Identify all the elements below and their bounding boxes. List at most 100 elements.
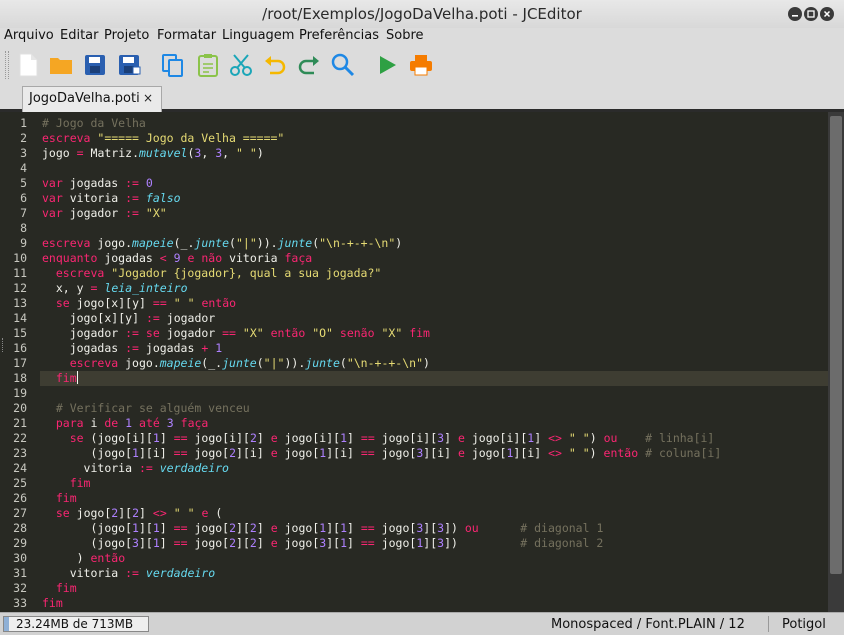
font-info: Monospaced / Font.PLAIN / 12 [551,617,745,632]
paste-icon [198,54,218,77]
print-button[interactable] [408,51,434,79]
code-line[interactable]: (jogo[3][1] == jogo[2][2] e jogo[3][1] =… [42,536,828,551]
line-number: 28 [13,521,27,535]
line-number: 21 [13,416,27,430]
code-line[interactable]: (jogo[1][1] == jogo[2][2] e jogo[1][1] =… [42,521,828,536]
line-number: 23 [13,446,27,460]
menu-arquivo[interactable]: Arquivo [4,28,54,43]
memory-indicator[interactable]: 23.24MB de 713MB [3,616,149,632]
code-editor[interactable]: 1 2 3 4 5 6 7 8 9 10 11 12 13 14 15 16 17 18 19 20 21 22 23 24 2… [0,112,844,612]
code-line[interactable] [42,386,828,401]
code-line[interactable]: se jogo[x][y] == " " então [42,296,828,311]
minimize-button[interactable] [788,7,802,21]
code-line[interactable]: se (jogo[i][1] == jogo[i][2] e jogo[i][1… [42,431,828,446]
tab-label: JogoDaVelha.poti [29,91,140,106]
status-divider [768,616,769,632]
tab-close-icon[interactable]: × [143,91,153,105]
menu-editar[interactable]: Editar [60,28,99,43]
current-code-line[interactable]: fim [40,371,828,386]
cut-button[interactable] [228,51,254,79]
minimize-icon [792,15,798,17]
vertical-scrollbar[interactable] [828,112,844,612]
code-line[interactable] [42,161,828,176]
line-number: 17 [13,356,27,370]
line-number: 27 [13,506,27,520]
code-line[interactable]: fim [42,476,828,491]
menu-projeto[interactable]: Projeto [104,28,149,43]
code-line[interactable]: fim [42,491,828,506]
code-line[interactable]: var jogadas := 0 [42,176,828,191]
line-number: 5 [20,176,27,190]
redo-button[interactable] [296,51,322,79]
run-icon [380,56,396,74]
scrollbar-thumb[interactable] [830,116,842,574]
code-line[interactable]: var vitoria := falso [42,191,828,206]
line-number: 30 [13,551,27,565]
code-line[interactable]: escreva jogo.mapeie(_.junte("|")).junte(… [42,236,828,251]
line-number: 11 [13,266,27,280]
search-button[interactable] [330,51,356,79]
print-icon [410,55,432,76]
line-number: 26 [13,491,27,505]
line-number: 12 [13,281,27,295]
maximize-icon [807,10,815,18]
menu-sobre[interactable]: Sobre [386,28,424,43]
menu-preferencias[interactable]: Preferências [299,28,379,43]
fold-marker[interactable] [2,338,6,352]
code-line[interactable]: escreva "===== Jogo da Velha =====" [42,131,828,146]
code-line[interactable]: var jogador := "X" [42,206,828,221]
code-line[interactable]: escreva jogo.mapeie(_.junte("|")).junte(… [42,356,828,371]
code-line[interactable]: fim [42,596,828,611]
code-line[interactable] [42,221,828,236]
code-line[interactable]: # Verificar se alguém venceu [42,401,828,416]
save-as-button[interactable] [116,51,142,79]
copy-button[interactable] [160,51,186,79]
toolbar [0,46,844,84]
line-number-gutter: 1 2 3 4 5 6 7 8 9 10 11 12 13 14 15 16 17 18 19 20 21 22 23 24 2… [0,112,36,612]
code-line[interactable]: fim [42,581,828,596]
line-number: 4 [20,161,27,175]
line-number: 18 [13,371,27,385]
cut-icon [230,54,252,76]
code-line[interactable]: ) então [42,551,828,566]
new-file-button[interactable] [15,51,41,79]
tab-jogodavelha[interactable]: JogoDaVelha.poti × [22,86,162,112]
close-window-button[interactable] [820,7,834,21]
paste-button[interactable] [195,51,221,79]
menu-linguagem[interactable]: Linguagem [222,28,294,43]
code-line[interactable]: enquanto jogadas < 9 e não vitoria faça [42,251,828,266]
code-line[interactable]: (jogo[1][i] == jogo[2][i] e jogo[1][i] =… [42,446,828,461]
code-line[interactable]: jogo = Matriz.mutavel(3, 3, " ") [42,146,828,161]
code-line[interactable]: se jogo[2][2] <> " " e ( [42,506,828,521]
toolbar-grip[interactable] [5,51,9,79]
copy-icon [162,54,183,77]
code-line[interactable]: jogo[x][y] := jogador [42,311,828,326]
maximize-button[interactable] [804,7,818,21]
code-line[interactable]: jogadas := jogadas + 1 [42,341,828,356]
save-as-icon [119,55,141,75]
line-number: 32 [13,581,27,595]
line-number: 33 [13,596,27,610]
line-number: 14 [13,311,27,325]
code-line[interactable]: x, y = leia_inteiro [42,281,828,296]
line-number: 3 [20,146,27,160]
save-button[interactable] [82,51,108,79]
open-folder-icon [50,58,72,74]
code-line[interactable]: para i de 1 até 3 faça [42,416,828,431]
window-title: /root/Exemplos/JogoDaVelha.poti - JCEdit… [262,5,582,23]
code-line[interactable]: vitoria := verdadeiro [42,461,828,476]
memory-usage-fill [4,617,9,631]
code-line[interactable]: vitoria := verdadeiro [42,566,828,581]
undo-button[interactable] [262,51,288,79]
run-button[interactable] [374,51,400,79]
line-number: 7 [20,206,27,220]
code-line[interactable]: escreva "Jogador {jogador}, qual a sua j… [42,266,828,281]
code-area[interactable]: # Jogo da Velha escreva "===== Jogo da Ve… [40,116,828,611]
code-line[interactable]: jogador := se jogador == "X" então "O" s… [42,326,828,341]
menu-formatar[interactable]: Formatar [157,28,216,43]
line-number: 25 [13,476,27,490]
new-file-icon [19,53,38,77]
open-folder-button[interactable] [48,51,74,79]
code-line[interactable]: # Jogo da Velha [42,116,828,131]
text-caret [76,371,78,384]
